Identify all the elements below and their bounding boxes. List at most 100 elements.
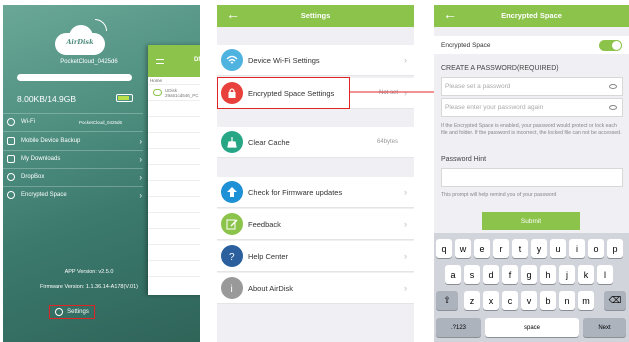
key-y[interactable]: y [531, 239, 547, 258]
encrypted-space-toggle[interactable] [599, 40, 622, 51]
key-f[interactable]: f [502, 265, 518, 284]
key-n[interactable]: n [559, 291, 575, 310]
chevron-right-icon: › [139, 190, 142, 200]
side-menu-panel: AirDisk PocketCloud_0425d6 8.00KB/14.9GB… [3, 5, 200, 342]
password-note: If the Encrypted Space is enabled, your … [441, 123, 622, 136]
file-browser-overlay: DN Home UDisk 29a51cd546_PC [148, 45, 200, 295]
row-label: Device Wi-Fi Settings [248, 55, 320, 65]
battery-icon [116, 94, 133, 102]
divider [3, 168, 143, 169]
chevron-right-icon: › [404, 251, 407, 261]
menu-item-backup[interactable]: Mobile Device Backup › [7, 135, 142, 147]
confirm-password-input[interactable]: Please enter your password again [441, 98, 623, 117]
key-x[interactable]: x [483, 291, 499, 310]
key-v[interactable]: v [521, 291, 537, 310]
eye-icon[interactable] [609, 84, 617, 89]
page-title: Settings [300, 11, 331, 20]
broom-icon [221, 131, 243, 153]
pointer-arrow [350, 87, 445, 97]
overlay-breadcrumb: Home [148, 77, 200, 85]
key-t[interactable]: t [512, 239, 528, 258]
key-z[interactable]: z [464, 291, 480, 310]
next-key[interactable]: Next [583, 318, 626, 337]
menu-label: Encrypted Space [21, 192, 67, 198]
signal-icon [95, 19, 107, 31]
key-r[interactable]: r [493, 239, 509, 258]
chevron-right-icon: › [404, 283, 407, 293]
key-q[interactable]: q [436, 239, 452, 258]
menu-icon[interactable] [156, 59, 164, 64]
row-label: Feedback [248, 219, 281, 229]
hint-note: This prompt will help remind you of your… [441, 192, 557, 198]
key-p[interactable]: p [607, 239, 623, 258]
download-icon [7, 155, 15, 163]
key-w[interactable]: w [455, 239, 471, 258]
password-hint-input[interactable] [441, 168, 623, 187]
overlay-title: DN [194, 57, 200, 63]
svg-text:i: i [231, 284, 233, 294]
settings-row-wifi[interactable]: Device Wi-Fi Settings › [217, 45, 414, 76]
keyboard: q w e r t y u i o p a s d f g h j k l ⇧ … [434, 233, 629, 342]
password-input[interactable]: Please set a password [441, 77, 623, 96]
key-o[interactable]: o [588, 239, 604, 258]
settings-row-feedback[interactable]: Feedback › [217, 209, 414, 240]
row-label: About AirDisk [248, 283, 294, 293]
divider [3, 113, 143, 114]
key-l[interactable]: l [597, 265, 613, 284]
menu-item-encrypted-space[interactable]: Encrypted Space › [7, 189, 142, 201]
key-i[interactable]: i [569, 239, 585, 258]
encrypted-space-toggle-row: Encrypted Space [434, 36, 629, 54]
key-a[interactable]: a [445, 265, 461, 284]
menu-value: PocketCloud_0425d6 [79, 119, 123, 125]
row-label: Help Center [248, 251, 289, 261]
key-d[interactable]: d [483, 265, 499, 284]
eye-icon[interactable] [609, 105, 617, 110]
password-placeholder: Please set a password [445, 83, 511, 90]
chevron-right-icon: › [139, 136, 142, 146]
space-key[interactable]: space [485, 318, 579, 337]
key-h[interactable]: h [540, 265, 556, 284]
settings-row-firmware[interactable]: Check for Firmware updates › [217, 177, 414, 208]
settings-row-about[interactable]: i About AirDisk › [217, 273, 414, 304]
chevron-right-icon: › [404, 219, 407, 229]
submit-button[interactable]: Submit [482, 212, 580, 230]
settings-button[interactable]: Settings [49, 305, 95, 319]
page-title: Encrypted Space [501, 11, 562, 20]
key-b[interactable]: b [540, 291, 556, 310]
hint-label: Password Hint [441, 156, 487, 163]
encrypted-space-panel: ← Encrypted Space Encrypted Space CREATE… [434, 5, 629, 342]
key-m[interactable]: m [578, 291, 594, 310]
menu-item-dropbox[interactable]: DropBox › [7, 171, 142, 183]
row-label: Check for Firmware updates [248, 187, 343, 197]
key-c[interactable]: c [502, 291, 518, 310]
backup-icon [7, 137, 15, 145]
settings-row-clear-cache[interactable]: Clear Cache 64bytes [217, 127, 414, 158]
key-j[interactable]: j [559, 265, 575, 284]
shift-key[interactable]: ⇧ [436, 291, 458, 310]
key-k[interactable]: k [578, 265, 594, 284]
key-g[interactable]: g [521, 265, 537, 284]
encrypted-space-header: ← Encrypted Space [434, 5, 629, 27]
key-e[interactable]: e [474, 239, 490, 258]
key-s[interactable]: s [464, 265, 480, 284]
menu-item-downloads[interactable]: My Downloads › [7, 153, 142, 165]
list-item[interactable]: UDisk 29a51cd546_PC [148, 85, 200, 101]
chevron-right-icon: › [404, 187, 407, 197]
backspace-key[interactable]: ⌫ [604, 291, 626, 310]
info-icon: i [221, 277, 243, 299]
logo-text: AirDisk [66, 38, 94, 46]
settings-row-help[interactable]: ? Help Center › [217, 241, 414, 272]
svg-text:?: ? [229, 252, 235, 262]
row-value: 64bytes [376, 139, 398, 145]
confirm-placeholder: Please enter your password again [445, 104, 544, 111]
overlay-header: DN [148, 45, 200, 77]
edit-icon [221, 213, 243, 235]
key-u[interactable]: u [550, 239, 566, 258]
menu-item-wifi[interactable]: Wi-Fi PocketCloud_0425d6 [7, 116, 142, 128]
submit-label: Submit [520, 217, 542, 225]
wifi-icon [7, 118, 15, 126]
dropbox-icon [7, 173, 15, 181]
numbers-key[interactable]: .?123 [436, 318, 481, 337]
storage-bar [17, 74, 132, 81]
menu-label: My Downloads [21, 156, 61, 162]
